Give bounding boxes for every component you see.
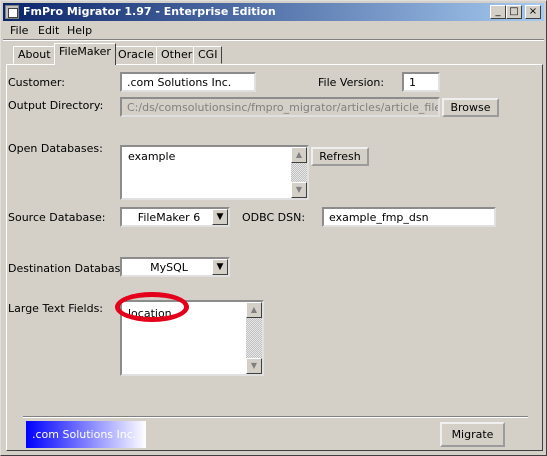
menu-edit[interactable]: Edit — [38, 24, 59, 37]
close-button[interactable]: × — [525, 5, 541, 19]
tab-oracle[interactable]: Oracle — [113, 46, 159, 64]
tab-filemaker[interactable]: FileMaker — [54, 43, 116, 65]
highlight-circle — [115, 292, 189, 322]
menu-help[interactable]: Help — [67, 24, 92, 37]
window-title: FmPro Migrator 1.97 - Enterprise Edition — [23, 5, 276, 18]
minimize-button[interactable]: _ — [490, 5, 506, 19]
filemaker-panel — [6, 64, 543, 451]
menu-separator — [3, 39, 544, 41]
menu-file[interactable]: File — [10, 24, 28, 37]
maximize-button[interactable]: □ — [506, 5, 522, 19]
app-window: FmPro Migrator 1.97 - Enterprise Edition… — [0, 0, 547, 456]
title-bar[interactable]: FmPro Migrator 1.97 - Enterprise Edition… — [3, 3, 544, 21]
app-icon — [5, 5, 19, 19]
tab-other[interactable]: Other — [156, 46, 198, 64]
tab-cgi[interactable]: CGI — [193, 46, 223, 64]
menu-bar: File Edit Help — [3, 22, 544, 39]
tab-about[interactable]: About — [13, 46, 56, 64]
